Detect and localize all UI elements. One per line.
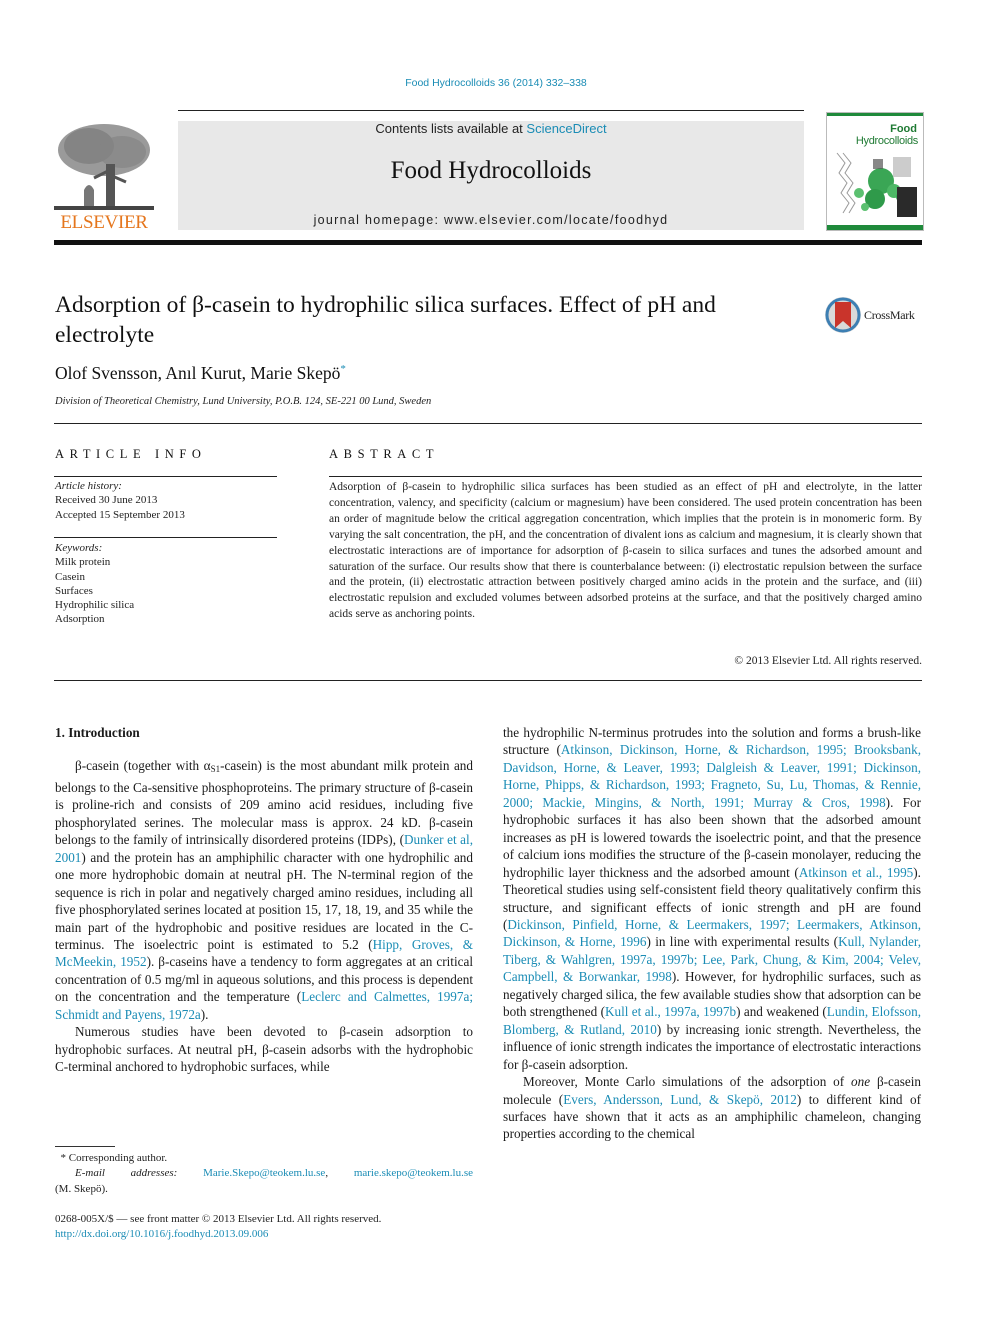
keyword: Surfaces <box>55 584 93 597</box>
email-label: E-mail addresses: <box>75 1167 178 1180</box>
crossmark-icon <box>825 297 861 333</box>
reference-link[interactable]: Atkinson, Dickinson, Horne, & Richardson… <box>503 742 921 809</box>
keyword: Casein <box>55 570 85 583</box>
accepted-date: Accepted 15 September 2013 <box>55 508 185 521</box>
journal-banner: Contents lists available at ScienceDirec… <box>178 121 804 230</box>
corresponding-author-mark[interactable]: * <box>340 363 346 375</box>
footnotes: * Corresponding author. E-mail addresses… <box>55 1151 473 1197</box>
crossmark-button[interactable]: CrossMark <box>824 296 934 336</box>
cover-top-bar <box>827 113 923 116</box>
abstract-rule <box>329 476 922 477</box>
text-span: Numerous studies have been devoted to β-… <box>55 1024 473 1075</box>
journal-cover[interactable]: Food Hydrocolloids <box>826 112 924 231</box>
cover-bottom-bar <box>827 225 923 230</box>
authors-text: Olof Svensson, Anıl Kurut, Marie Skepö <box>55 363 341 383</box>
article-history: Article history: Received 30 June 2013 A… <box>55 479 185 522</box>
keyword: Hydrophilic silica <box>55 599 135 612</box>
cover-title-line1: Food <box>890 123 917 135</box>
abstract-text: Adsorption of β-casein to hydrophilic si… <box>329 481 922 621</box>
journal-citation-link[interactable]: Food Hydrocolloids 36 (2014) 332–338 <box>0 77 992 89</box>
intro-paragraph-2-start: Numerous studies have been devoted to β-… <box>55 1023 473 1075</box>
received-date: Received 30 June 2013 <box>55 494 158 507</box>
keywords: Keywords: Milk protein Casein Surfaces H… <box>55 541 134 627</box>
subscript: S1 <box>210 764 221 775</box>
journal-homepage[interactable]: journal homepage: www.elsevier.com/locat… <box>178 213 804 227</box>
keyword: Adsorption <box>55 613 105 626</box>
front-matter-text: 0268-005X/$ — see front matter © 2013 El… <box>55 1213 382 1225</box>
cover-title-line2: Hydrocolloids <box>855 135 918 147</box>
journal-name: Food Hydrocolloids <box>390 157 592 184</box>
footnote-rule <box>55 1146 115 1147</box>
emphasis: one <box>851 1074 871 1090</box>
body-column-right: the hydrophilic N-terminus protrudes int… <box>503 724 921 1143</box>
email-link[interactable]: Marie.Skepo@teokem.lu.se <box>203 1167 325 1179</box>
contents-line: Contents lists available at ScienceDirec… <box>178 121 804 136</box>
article-info-rule <box>54 476 277 477</box>
sciencedirect-link[interactable]: ScienceDirect <box>526 121 606 136</box>
reference-link[interactable]: Atkinson et al., 1995 <box>799 865 913 880</box>
body-column-left: 1. Introduction β-casein (together with … <box>55 724 473 1076</box>
contents-prefix: Contents lists available at <box>375 121 527 136</box>
affiliation: Division of Theoretical Chemistry, Lund … <box>55 396 432 407</box>
text-span: ) in line with experimental results ( <box>646 934 839 950</box>
email-link[interactable]: marie.skepo@teokem.lu.se <box>354 1167 473 1179</box>
cover-molecule-icon <box>836 152 917 217</box>
history-label: Article history: <box>55 480 122 492</box>
doi-link[interactable]: http://dx.doi.org/10.1016/j.foodhyd.2013… <box>55 1228 268 1240</box>
front-matter: 0268-005X/$ — see front matter © 2013 El… <box>55 1212 381 1243</box>
intro-paragraph-2-continued: the hydrophilic N-terminus protrudes int… <box>503 724 921 1073</box>
crossmark-label: CrossMark <box>864 308 915 322</box>
email-line: E-mail addresses: Marie.Skepo@teokem.lu.… <box>55 1166 473 1181</box>
author-list: Olof Svensson, Anıl Kurut, Marie Skepö* <box>55 363 346 384</box>
text-span: ) and weakened ( <box>736 1004 827 1020</box>
text-span: β-casein (together with α <box>75 758 211 774</box>
reference-link[interactable]: Evers, Andersson, Lund, & Skepö, 2012 <box>563 1092 797 1107</box>
corresponding-text: Corresponding author. <box>68 1152 168 1164</box>
intro-paragraph-3: Moreover, Monte Carlo simulations of the… <box>503 1073 921 1143</box>
header-rule <box>178 110 804 111</box>
affiliation-rule <box>54 423 922 424</box>
keywords-label: Keywords: <box>55 542 103 554</box>
text-span: ). <box>200 1006 209 1022</box>
keywords-rule <box>54 537 277 538</box>
elsevier-logo[interactable]: ELSEVIER <box>52 118 156 234</box>
text-span: Moreover, Monte Carlo simulations of the… <box>523 1074 852 1090</box>
section-heading-introduction: 1. Introduction <box>55 725 140 740</box>
keyword: Milk protein <box>55 556 111 569</box>
header-thick-rule <box>54 240 922 245</box>
reference-link[interactable]: Kull et al., 1997a, 1997b <box>605 1004 736 1019</box>
article-title: Adsorption of β-casein to hydrophilic si… <box>55 292 716 348</box>
abstract-copyright: © 2013 Elsevier Ltd. All rights reserved… <box>734 655 922 667</box>
intro-paragraph-1: β-casein (together with αS1-casein) is t… <box>55 757 473 1023</box>
corresponding-footnote: * Corresponding author. <box>55 1151 473 1166</box>
abstract-bottom-rule <box>54 680 922 681</box>
elsevier-wordmark: ELSEVIER <box>60 212 148 233</box>
article-info-heading: ARTICLE INFO <box>55 447 207 461</box>
footnote-star: * <box>60 1152 67 1164</box>
abstract-heading: ABSTRACT <box>329 447 440 461</box>
elsevier-tree-icon <box>54 120 154 212</box>
email-separator: , <box>325 1167 329 1180</box>
email-owner: (M. Skepö). <box>55 1182 108 1195</box>
